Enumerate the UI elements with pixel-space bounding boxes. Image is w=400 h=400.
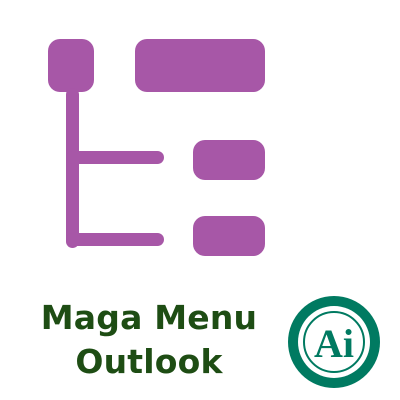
menu-block-bottom	[193, 216, 265, 256]
product-title-line-2: Outlook	[75, 342, 223, 381]
ai-badge-text: Ai	[314, 321, 354, 366]
menu-bar-top	[135, 39, 265, 92]
product-title: Maga Menu Outlook	[24, 296, 274, 384]
menu-block-middle	[193, 140, 265, 180]
tree-menu-icon	[48, 39, 265, 256]
tree-branch-middle	[66, 151, 164, 164]
ai-badge-icon: Ai	[288, 296, 380, 388]
product-title-line-1: Maga Menu	[40, 298, 258, 337]
tree-root-node	[48, 39, 94, 92]
tree-trunk-line	[66, 88, 79, 248]
app-icon-tile: Maga Menu Outlook Ai	[0, 0, 400, 400]
tree-branch-bottom	[66, 233, 164, 246]
